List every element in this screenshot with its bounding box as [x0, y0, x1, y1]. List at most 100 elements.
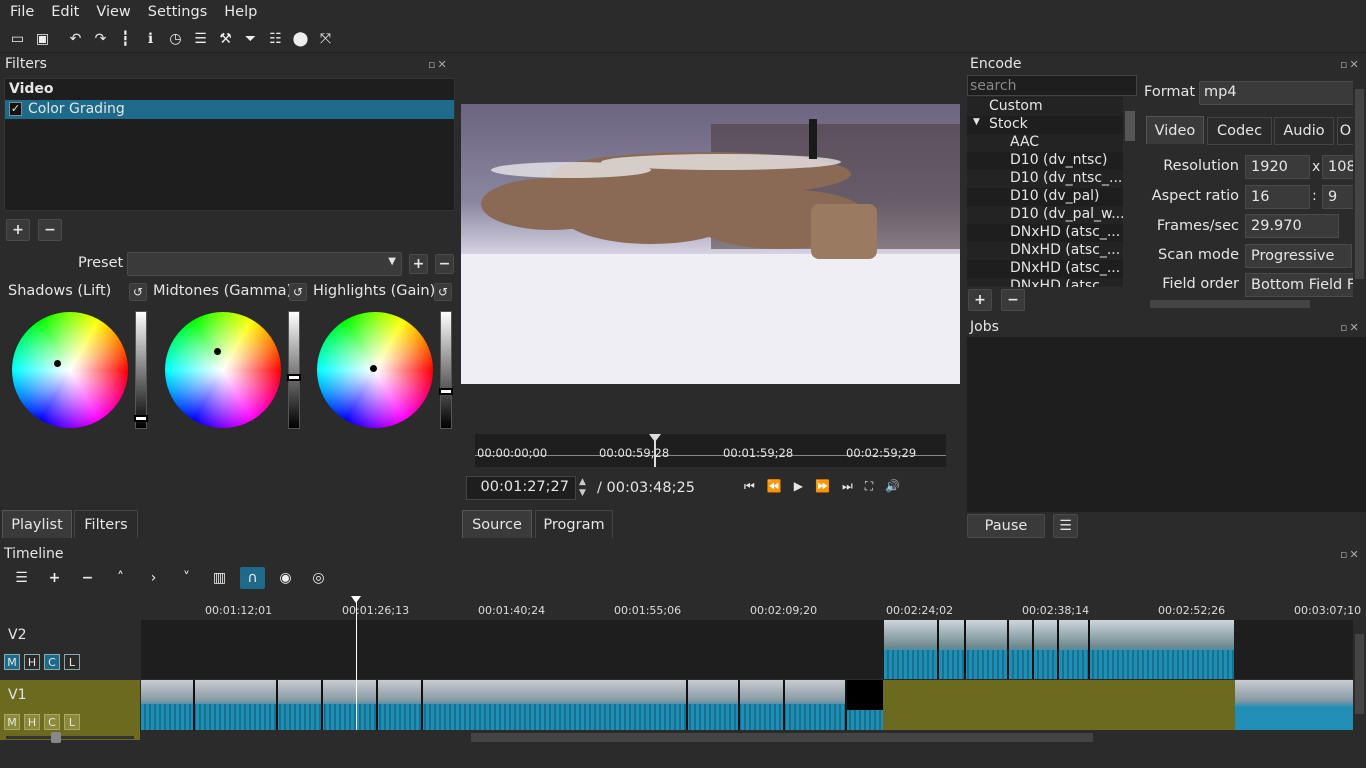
add-encode-preset-button[interactable]: +	[968, 289, 992, 311]
preset-group-stock[interactable]: ▼ Stock	[967, 116, 1123, 134]
highlights-level-slider[interactable]	[439, 311, 453, 429]
track-v1-area[interactable]	[141, 680, 1353, 730]
midtones-color-wheel[interactable]	[165, 312, 281, 428]
menu-edit[interactable]: Edit	[46, 4, 84, 20]
preset-item[interactable]: D10 (dv_ntsc_...	[967, 170, 1123, 188]
filters-icon[interactable]: ⏷	[238, 27, 263, 51]
filter-item-color-grading[interactable]: ✓ Color Grading	[5, 100, 454, 119]
snap-magnet-icon[interactable]: ∩	[240, 567, 265, 589]
timeline-clip[interactable]	[884, 620, 1234, 679]
encode-dock-buttons[interactable]: ▫✕	[1340, 58, 1361, 71]
aspect-height-input[interactable]: 9	[1322, 185, 1354, 209]
tab-playlist[interactable]: Playlist	[2, 510, 72, 538]
playlist-icon[interactable]: ☰	[188, 27, 213, 51]
track-v2-area[interactable]	[141, 620, 1353, 679]
remove-filter-button[interactable]: −	[38, 219, 62, 241]
fullscreen-icon[interactable]: ⤧	[313, 27, 338, 51]
tab-codec[interactable]: Codec	[1207, 117, 1272, 145]
remove-encode-preset-button[interactable]: −	[1001, 289, 1025, 311]
zoom-icon[interactable]: ⛶	[865, 479, 885, 493]
timeline-menu-icon[interactable]: ☰	[5, 570, 38, 586]
timeline-hscrollbar[interactable]	[141, 731, 1353, 744]
shadows-color-wheel[interactable]	[12, 312, 128, 428]
preset-item[interactable]: D10 (dv_pal_w...	[967, 206, 1123, 224]
timeline-ruler[interactable]: 00:01:12;01 00:01:26;13 00:01:40;24 00:0…	[141, 596, 1366, 620]
fps-input[interactable]: 29.970	[1245, 214, 1339, 238]
resolution-width-input[interactable]: 1920	[1245, 155, 1310, 179]
video-preview[interactable]	[461, 104, 960, 384]
tab-other[interactable]: O	[1337, 117, 1354, 145]
encode-search-input[interactable]: search	[967, 75, 1137, 96]
aspect-width-input[interactable]: 16	[1245, 185, 1310, 209]
skip-end-icon[interactable]: ⏭	[842, 479, 865, 493]
open-icon[interactable]: ▭	[5, 27, 30, 51]
play-icon[interactable]: ▶	[794, 479, 815, 493]
scan-mode-combo[interactable]: Progressive	[1245, 244, 1352, 268]
timeline-clip[interactable]	[141, 680, 883, 730]
preset-item[interactable]: AAC	[967, 134, 1123, 152]
composite-button[interactable]: C	[44, 654, 60, 670]
field-order-combo[interactable]: Bottom Field Fi	[1245, 273, 1354, 297]
rewind-icon[interactable]: ⏪	[767, 479, 794, 493]
add-preset-button[interactable]: +	[409, 254, 428, 274]
menu-help[interactable]: Help	[219, 4, 262, 20]
timeline-dock-buttons[interactable]: ▫✕	[1340, 548, 1361, 561]
timeline-vscrollbar[interactable]	[1353, 620, 1366, 730]
midtones-wheel-handle[interactable]	[214, 348, 221, 355]
ripple-icon[interactable]: ◎	[302, 570, 335, 586]
tab-video[interactable]: Video	[1146, 116, 1204, 144]
history-icon[interactable]: ◷	[163, 27, 188, 51]
track-header-v2[interactable]: V2 M H C L	[0, 620, 140, 679]
append-icon[interactable]: +	[38, 570, 71, 586]
zoom-slider[interactable]	[6, 732, 134, 743]
midtones-slider-handle[interactable]	[287, 373, 301, 381]
tab-filters[interactable]: Filters	[74, 510, 138, 538]
current-time-field[interactable]: 00:01:27;27	[466, 476, 576, 500]
format-combo[interactable]: mp4	[1199, 81, 1354, 105]
overwrite-icon[interactable]: ›	[137, 570, 170, 586]
save-icon[interactable]: ▣	[30, 27, 55, 51]
hide-button[interactable]: H	[24, 714, 40, 730]
preset-item[interactable]: DNxHD (atsc_...	[967, 278, 1123, 287]
preset-item[interactable]: D10 (dv_pal)	[967, 188, 1123, 206]
highlights-wheel-handle[interactable]	[370, 365, 377, 372]
player-ruler[interactable]: 00:00:00;00 00:00:59;28 00:01:59;28 00:0…	[475, 434, 946, 467]
midtones-level-slider[interactable]	[287, 311, 301, 429]
scrub-icon[interactable]: ◉	[269, 570, 302, 586]
hide-button[interactable]: H	[24, 654, 40, 670]
timeline-playhead[interactable]	[356, 596, 357, 730]
tab-audio[interactable]: Audio	[1274, 117, 1334, 145]
split-clip-icon[interactable]: ▥	[203, 570, 236, 586]
reset-midtones-icon[interactable]: ↺	[289, 283, 307, 301]
tab-program[interactable]: Program	[535, 510, 613, 538]
filter-enable-checkbox[interactable]: ✓	[9, 102, 22, 116]
encode-scrollbar[interactable]	[1353, 75, 1366, 297]
timeline-icon[interactable]: ☷	[263, 27, 288, 51]
jobs-menu-icon[interactable]: ☰	[1053, 514, 1078, 538]
highlights-slider-handle[interactable]	[439, 387, 453, 395]
shadows-level-slider[interactable]	[134, 311, 148, 429]
jobs-dock-buttons[interactable]: ▫✕	[1340, 321, 1361, 334]
encode-hscrollbar[interactable]	[1138, 298, 1353, 310]
timeline-clip[interactable]	[1235, 680, 1353, 730]
preset-item[interactable]: DNxHD (atsc_...	[967, 224, 1123, 242]
timeline-clip[interactable]	[847, 680, 883, 710]
lock-button[interactable]: L	[64, 654, 80, 670]
preset-item[interactable]: DNxHD (atsc_...	[967, 260, 1123, 278]
reset-highlights-icon[interactable]: ↺	[434, 283, 452, 301]
add-filter-button[interactable]: +	[6, 219, 30, 241]
preset-combo[interactable]: ▼	[127, 252, 402, 276]
undo-icon[interactable]: ↶	[63, 27, 88, 51]
resolution-height-input[interactable]: 108	[1322, 155, 1354, 179]
peak-meter-icon[interactable]: ┇	[113, 27, 138, 51]
split-icon[interactable]: ˅	[170, 570, 203, 586]
menu-settings[interactable]: Settings	[143, 4, 212, 20]
ripple-delete-icon[interactable]: −	[71, 570, 104, 586]
volume-icon[interactable]: 🔊	[885, 479, 912, 493]
lock-button[interactable]: L	[64, 714, 80, 730]
preset-item[interactable]: D10 (dv_ntsc)	[967, 152, 1123, 170]
preset-item[interactable]: Custom	[967, 98, 1123, 116]
filters-dock-buttons[interactable]: ▫✕	[428, 58, 449, 71]
time-spinner-icon[interactable]: ▲ ▼	[579, 477, 586, 499]
composite-button[interactable]: C	[44, 714, 60, 730]
